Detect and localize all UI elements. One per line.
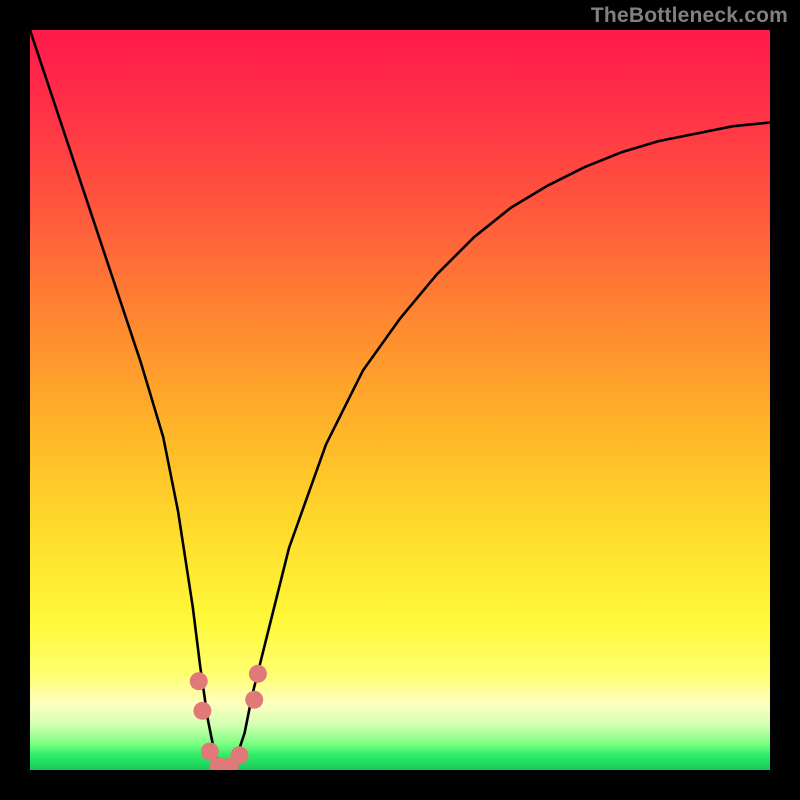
marker-point: [190, 672, 208, 690]
watermark-text: TheBottleneck.com: [591, 4, 788, 28]
highlight-markers: [190, 665, 267, 770]
marker-point: [230, 746, 248, 764]
curve-layer: [30, 30, 770, 770]
chart-frame: TheBottleneck.com: [0, 0, 800, 800]
plot-area: [30, 30, 770, 770]
marker-point: [193, 702, 211, 720]
marker-point: [249, 665, 267, 683]
curve-path: [30, 30, 770, 770]
marker-point: [245, 691, 263, 709]
bottleneck-curve: [30, 30, 770, 770]
